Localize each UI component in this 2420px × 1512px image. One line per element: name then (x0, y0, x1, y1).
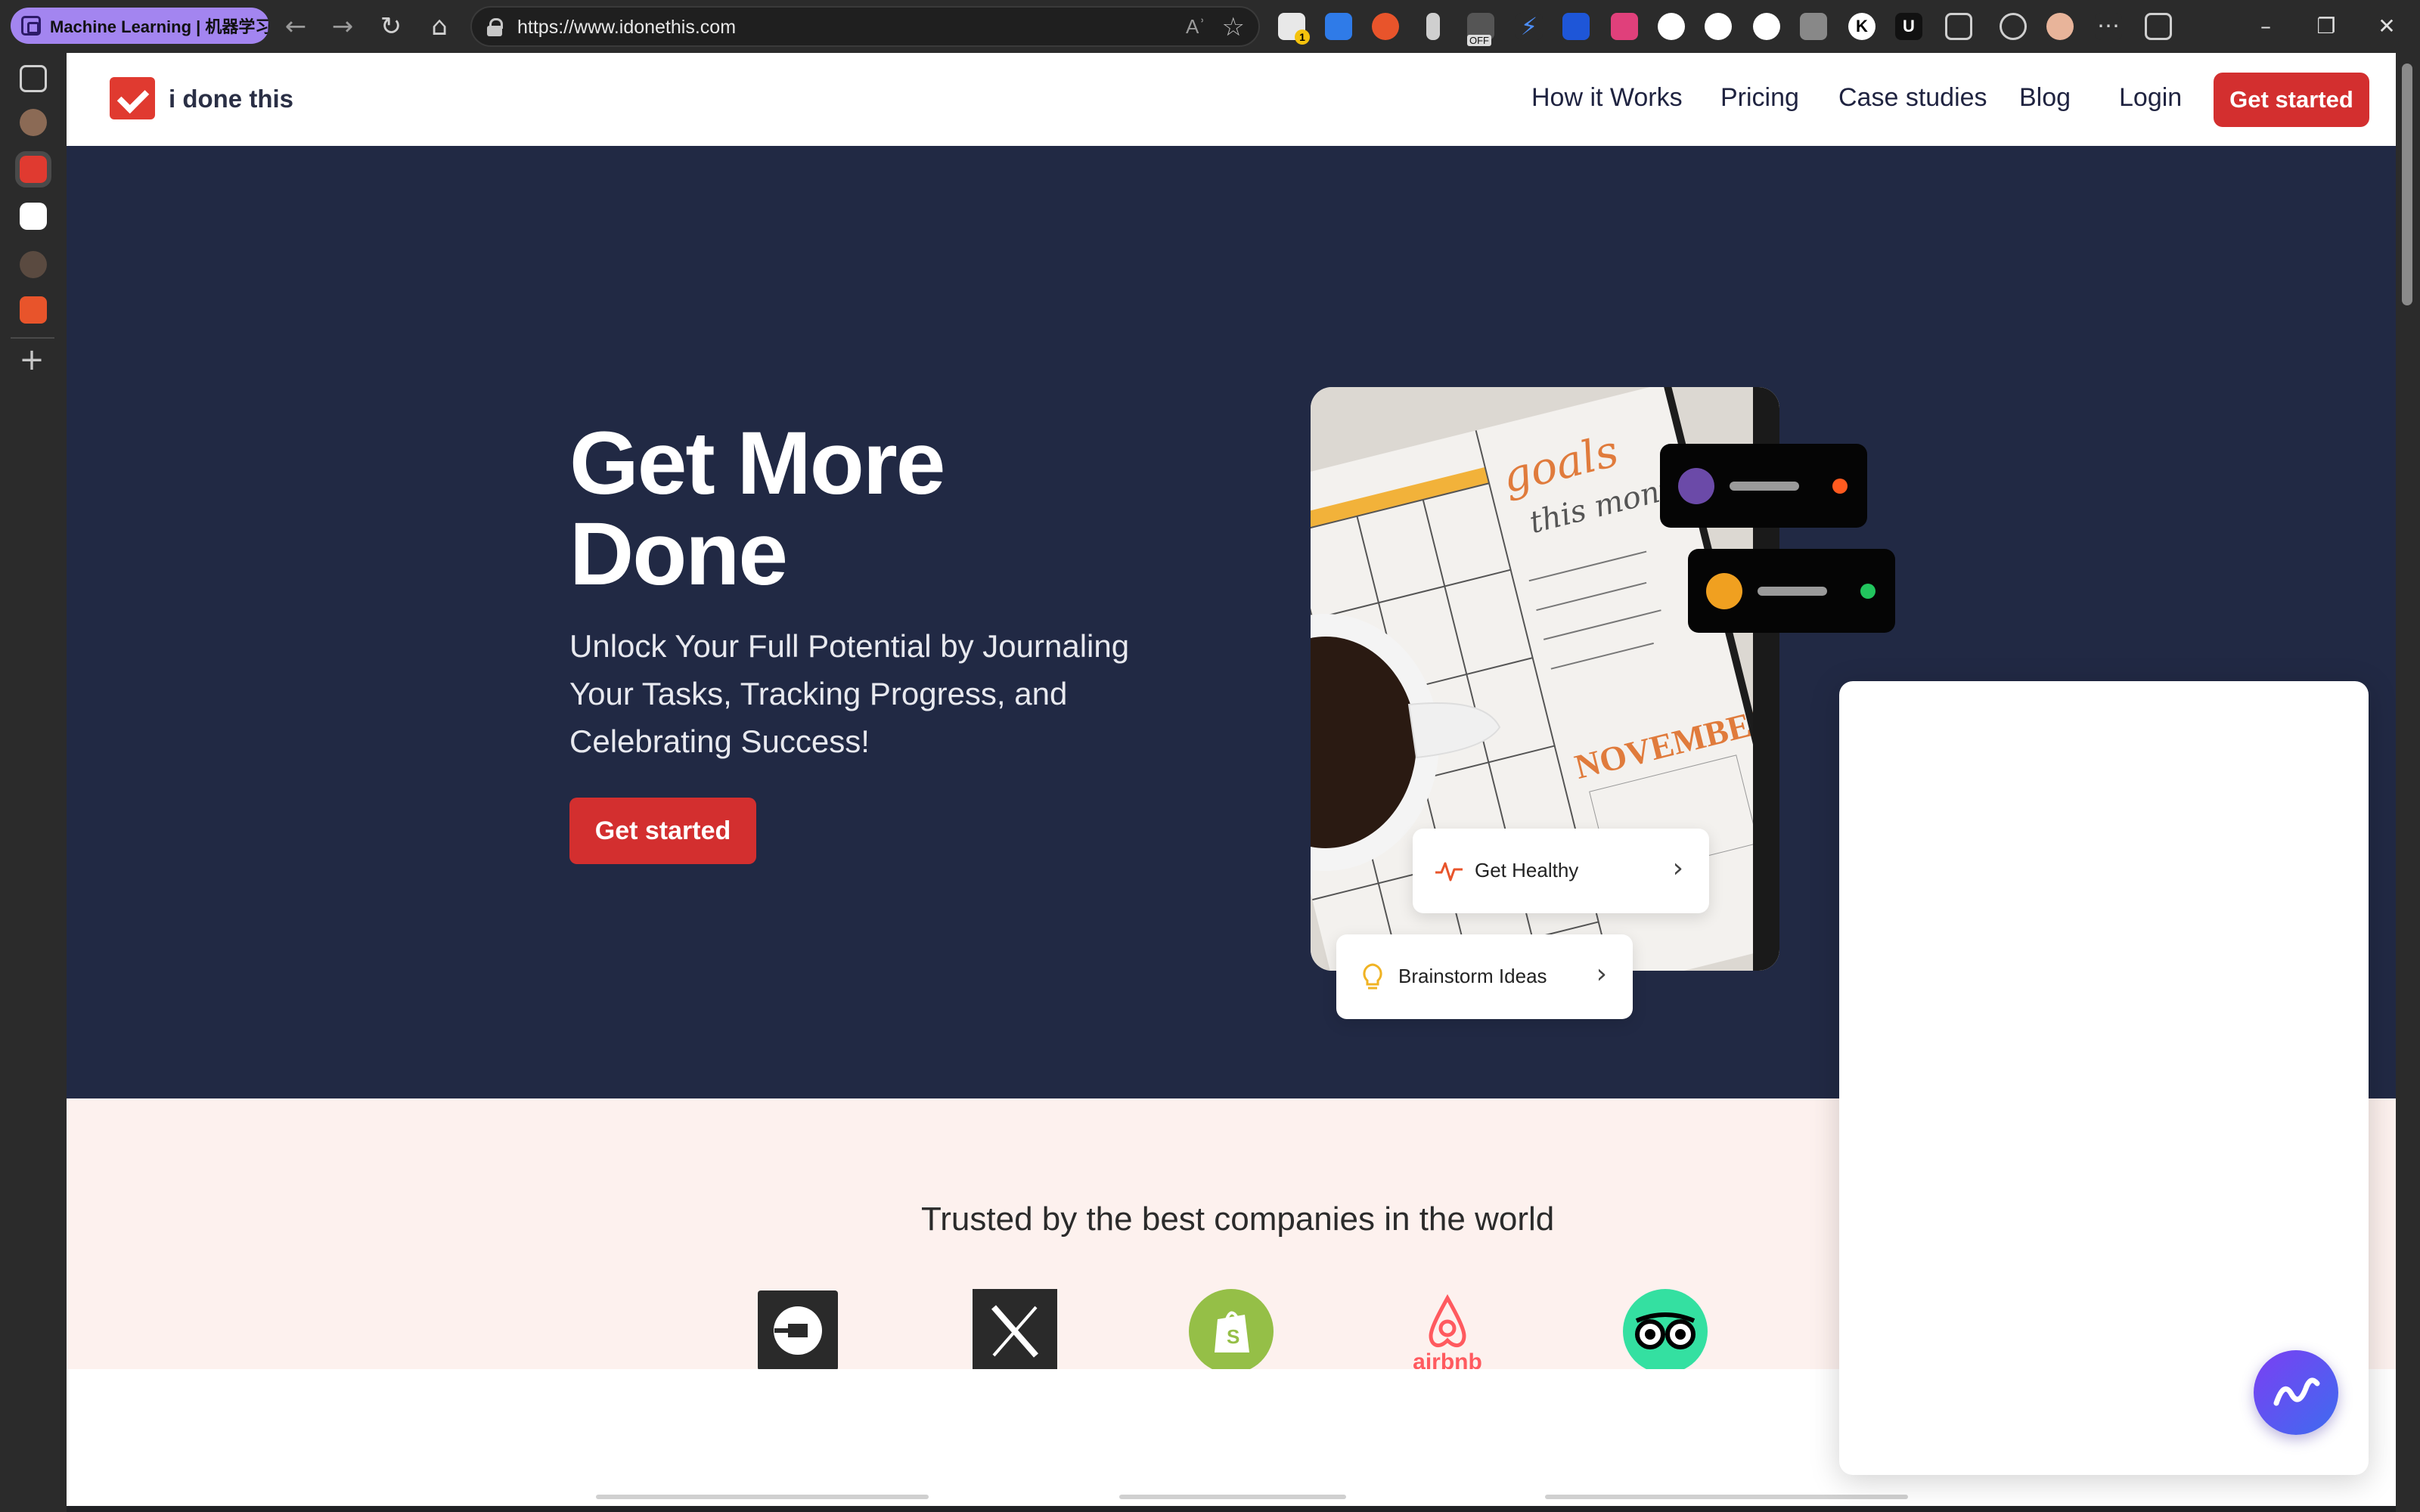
restore-button[interactable]: ❐ (2304, 9, 2349, 44)
workspace-icon (21, 16, 41, 36)
status-dot-orange (1832, 479, 1848, 494)
browser-essentials-icon[interactable] (2000, 13, 2027, 40)
url-text[interactable]: https://www.idonethis.com (517, 17, 736, 39)
extension-icon-u[interactable]: U (1895, 13, 1922, 40)
favorite-star-icon[interactable]: ☆ (1222, 12, 1245, 42)
page-scrollbar[interactable] (2396, 53, 2420, 1512)
sidebar-tab-idonethis[interactable] (15, 151, 51, 187)
sidebar-divider (11, 337, 54, 339)
lock-icon (487, 18, 504, 36)
task-chip-get-healthy[interactable]: Get Healthy › (1413, 829, 1709, 913)
profile-avatar[interactable] (2046, 13, 2074, 40)
nav-how-it-works[interactable]: How it Works (1531, 83, 1683, 113)
read-aloud-icon[interactable]: Aʾ (1186, 15, 1205, 39)
extensions-puzzle-icon[interactable] (1945, 13, 1972, 40)
chevron-right-icon: › (1596, 959, 1607, 990)
extension-icon-translate[interactable] (1611, 13, 1638, 40)
task-chip-label: Get Healthy (1475, 859, 1579, 881)
wave-icon (2273, 1377, 2320, 1406)
sidebar-tab-avatar[interactable] (20, 109, 47, 136)
task-chip-brainstorm[interactable]: Brainstorm Ideas › (1336, 934, 1633, 1019)
extension-icon-pen[interactable] (1562, 13, 1590, 40)
chat-launcher-button[interactable] (2254, 1350, 2338, 1435)
nav-pricing[interactable]: Pricing (1720, 83, 1799, 113)
extension-icon-pause[interactable] (1800, 13, 1827, 40)
scrollbar-thumb[interactable] (2402, 64, 2412, 305)
extension-off-badge: OFF (1467, 35, 1491, 46)
profile-button[interactable]: Machine Learning | 机器学习 (11, 8, 269, 44)
site-header: i done this How it Works Pricing Case st… (67, 53, 2396, 146)
x-logo (973, 1289, 1057, 1374)
shopify-logo: S (1189, 1289, 1274, 1374)
address-bar[interactable]: https://www.idonethis.com Aʾ ☆ (470, 6, 1260, 47)
section-divider-3 (1545, 1495, 1908, 1499)
extension-icon-v[interactable] (1705, 13, 1732, 40)
back-button[interactable]: ← (278, 9, 313, 44)
extension-icon-ai[interactable] (1658, 13, 1685, 40)
extension-icon-4[interactable] (1426, 13, 1440, 40)
refresh-button[interactable]: ↻ (374, 9, 408, 44)
user-status-card-1 (1660, 444, 1867, 528)
chevron-right-icon: › (1672, 853, 1683, 884)
user-avatar-2 (1706, 573, 1742, 609)
browser-toolbar: Machine Learning | 机器学习 ← → ↻ ⌂ https://… (0, 0, 2420, 53)
uber-logo (758, 1290, 838, 1371)
more-menu-icon[interactable]: ⋯ (2095, 13, 2122, 40)
section-divider-2 (1119, 1495, 1346, 1499)
svg-text:S: S (1227, 1325, 1239, 1348)
page-viewport: i done this How it Works Pricing Case st… (67, 53, 2396, 1506)
status-dot-green (1860, 584, 1876, 599)
logo-text[interactable]: i done this (169, 85, 293, 113)
minimize-button[interactable]: – (2243, 9, 2288, 44)
sidebar-toggle-icon[interactable] (2145, 13, 2172, 40)
home-button[interactable]: ⌂ (422, 9, 457, 44)
sidebar-tab-face[interactable] (20, 251, 47, 278)
sidebar-tab-dice[interactable] (20, 203, 47, 230)
checkmark-logo-icon[interactable] (110, 77, 155, 119)
extension-icon-off[interactable]: OFF (1467, 13, 1494, 46)
hero-get-started-button[interactable]: Get started (569, 798, 756, 864)
sidebar-tab-media[interactable] (20, 296, 47, 324)
extension-icon-globe[interactable] (1753, 13, 1780, 40)
user-name-placeholder-1 (1730, 482, 1799, 491)
user-status-card-2 (1688, 549, 1895, 633)
browser-sidebar: + (0, 53, 67, 1512)
tab-actions-icon[interactable] (20, 65, 47, 92)
extension-icon-k[interactable]: K (1848, 13, 1876, 40)
nav-login[interactable]: Login (2119, 83, 2182, 113)
add-tab-icon[interactable]: + (17, 345, 47, 375)
extension-badge: 1 (1295, 29, 1310, 45)
hero-subtitle: Unlock Your Full Potential by Journaling… (569, 628, 1130, 759)
airbnb-logo: airbnb (1413, 1294, 1482, 1374)
user-name-placeholder-2 (1758, 587, 1827, 596)
nav-case-studies[interactable]: Case studies (1838, 83, 1987, 113)
close-window-button[interactable]: ✕ (2364, 9, 2409, 44)
header-get-started-button[interactable]: Get started (2214, 73, 2369, 127)
task-chip-label: Brainstorm Ideas (1398, 965, 1547, 987)
extension-icon-2[interactable] (1325, 13, 1352, 40)
lightbulb-icon (1363, 963, 1382, 990)
hero-title: Get More Done (569, 414, 945, 604)
profile-label: Machine Learning | 机器学习 (50, 17, 269, 36)
extension-icon-1[interactable]: 1 (1278, 13, 1310, 45)
nav-blog[interactable]: Blog (2019, 83, 2071, 113)
heartbeat-icon (1435, 862, 1463, 881)
extension-icon-3[interactable] (1372, 13, 1399, 40)
section-divider-1 (596, 1495, 929, 1499)
tripadvisor-logo (1623, 1289, 1708, 1374)
lightning-icon[interactable]: ⚡ (1516, 13, 1543, 40)
forward-button[interactable]: → (325, 9, 360, 44)
user-avatar-1 (1678, 468, 1714, 504)
